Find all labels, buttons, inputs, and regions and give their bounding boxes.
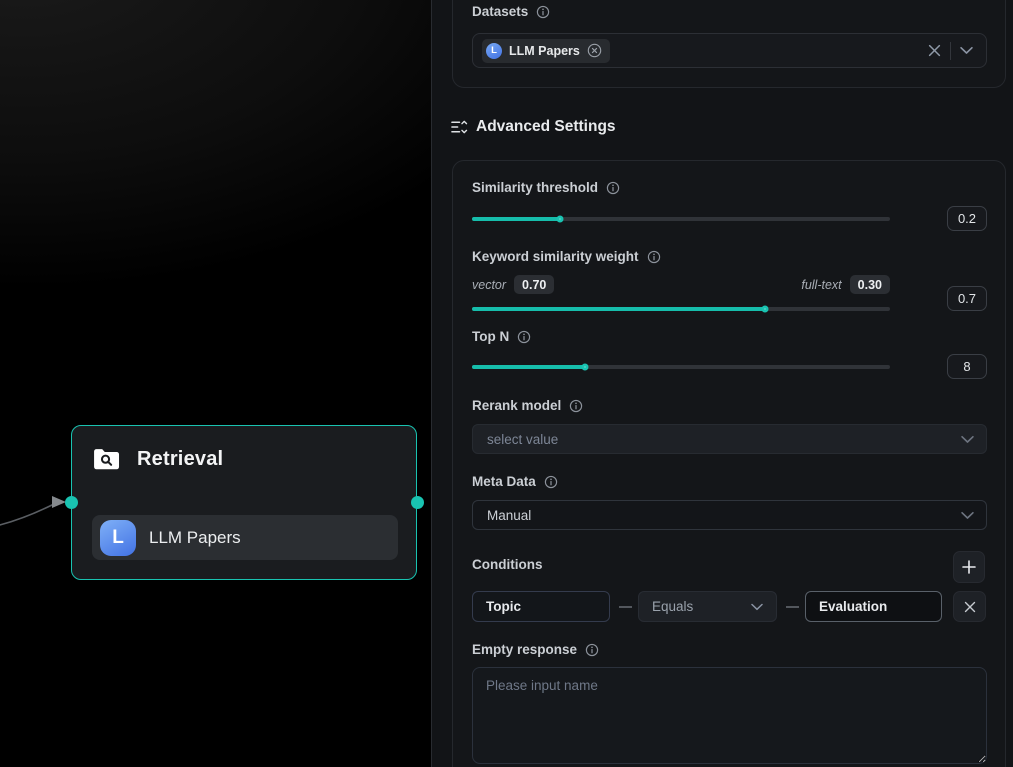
rerank-label-row: Rerank model [472,398,583,413]
chevron-down-icon[interactable] [960,46,973,55]
condition-row: Equals [472,591,1005,622]
datasets-select[interactable]: L LLM Papers [472,33,987,68]
node-header: Retrieval [93,447,223,471]
add-condition-button[interactable] [953,551,985,583]
dataset-tag-label: LLM Papers [509,44,580,58]
condition-field-input[interactable] [472,591,610,622]
topn-slider[interactable] [472,360,890,374]
condition-operator-value: Equals [652,599,693,614]
slider-fill [472,217,560,221]
tag-remove-icon[interactable] [587,43,602,58]
conditions-label-row: Conditions [472,557,543,572]
output-handle[interactable] [411,496,424,509]
info-icon[interactable] [606,181,620,195]
info-icon[interactable] [569,399,583,413]
input-handle[interactable] [65,496,78,509]
topn-label-row: Top N [472,329,531,344]
rerank-placeholder: select value [487,432,558,447]
topn-label: Top N [472,329,509,344]
connection-edge [0,0,431,767]
advanced-settings-title: Advanced Settings [476,118,616,136]
vector-weight-label: vector [472,278,506,292]
config-panel: Datasets L LLM Papers [431,0,1013,767]
dataset-tag[interactable]: L LLM Papers [482,39,610,63]
similarity-value: 0.2 [947,206,987,231]
keyword-slider[interactable] [472,302,890,316]
metadata-select[interactable]: Manual [472,500,987,530]
conditions-label: Conditions [472,557,543,572]
empty-response-textarea[interactable] [472,667,987,764]
topn-value: 8 [947,354,987,379]
metadata-value: Manual [487,508,531,523]
dataset-name: LLM Papers [149,528,241,548]
keyword-label-row: Keyword similarity weight [472,249,661,264]
divider [950,42,951,60]
chevron-down-icon [961,511,974,520]
weight-values-row: vector 0.70 full-text 0.30 [472,275,890,294]
dash-separator [786,606,799,608]
advanced-settings-header: Advanced Settings [451,118,616,136]
slider-fill [472,365,585,369]
info-icon[interactable] [517,330,531,344]
condition-value-input[interactable] [805,591,942,622]
info-icon[interactable] [536,5,550,19]
keyword-label: Keyword similarity weight [472,249,639,264]
advanced-settings-card: Similarity threshold 0.2 Keyword similar… [452,160,1006,767]
fulltext-weight-value: 0.30 [850,275,890,294]
advanced-settings-icon [451,119,468,135]
node-title: Retrieval [137,448,223,471]
similarity-label: Similarity threshold [472,180,598,195]
datasets-label: Datasets [472,4,528,19]
slider-thumb[interactable] [556,216,563,223]
close-icon [964,601,976,613]
clear-icon[interactable] [928,44,941,57]
condition-operator-select[interactable]: Equals [638,591,777,622]
dash-separator [619,606,632,608]
keyword-value: 0.7 [947,286,987,311]
rerank-select[interactable]: select value [472,424,987,454]
node-dataset-item[interactable]: L LLM Papers [92,515,398,560]
flow-editor-screen: Retrieval L LLM Papers Datasets [0,0,1013,767]
remove-condition-button[interactable] [953,591,986,622]
datasets-label-row: Datasets [472,4,550,19]
metadata-label-row: Meta Data [472,474,558,489]
similarity-label-row: Similarity threshold [472,180,620,195]
info-icon[interactable] [585,643,599,657]
empty-response-label: Empty response [472,642,577,657]
datasets-card: Datasets L LLM Papers [452,0,1006,88]
dataset-avatar: L [100,520,136,556]
retrieval-node[interactable]: Retrieval L LLM Papers [71,425,417,580]
flow-canvas[interactable]: Retrieval L LLM Papers [0,0,431,767]
fulltext-weight-label: full-text [801,278,841,292]
rerank-label: Rerank model [472,398,561,413]
slider-thumb[interactable] [761,306,768,313]
similarity-slider[interactable] [472,212,890,226]
edge-arrowhead [52,496,66,508]
folder-search-icon [93,447,120,471]
empty-response-label-row: Empty response [472,642,599,657]
select-controls [928,42,986,60]
plus-icon [962,560,976,574]
info-icon[interactable] [544,475,558,489]
chevron-down-icon [961,435,974,444]
dataset-tag-avatar: L [486,43,502,59]
metadata-label: Meta Data [472,474,536,489]
vector-weight-value: 0.70 [514,275,554,294]
slider-thumb[interactable] [581,364,588,371]
chevron-down-icon [751,603,763,611]
info-icon[interactable] [647,250,661,264]
slider-fill [472,307,765,311]
